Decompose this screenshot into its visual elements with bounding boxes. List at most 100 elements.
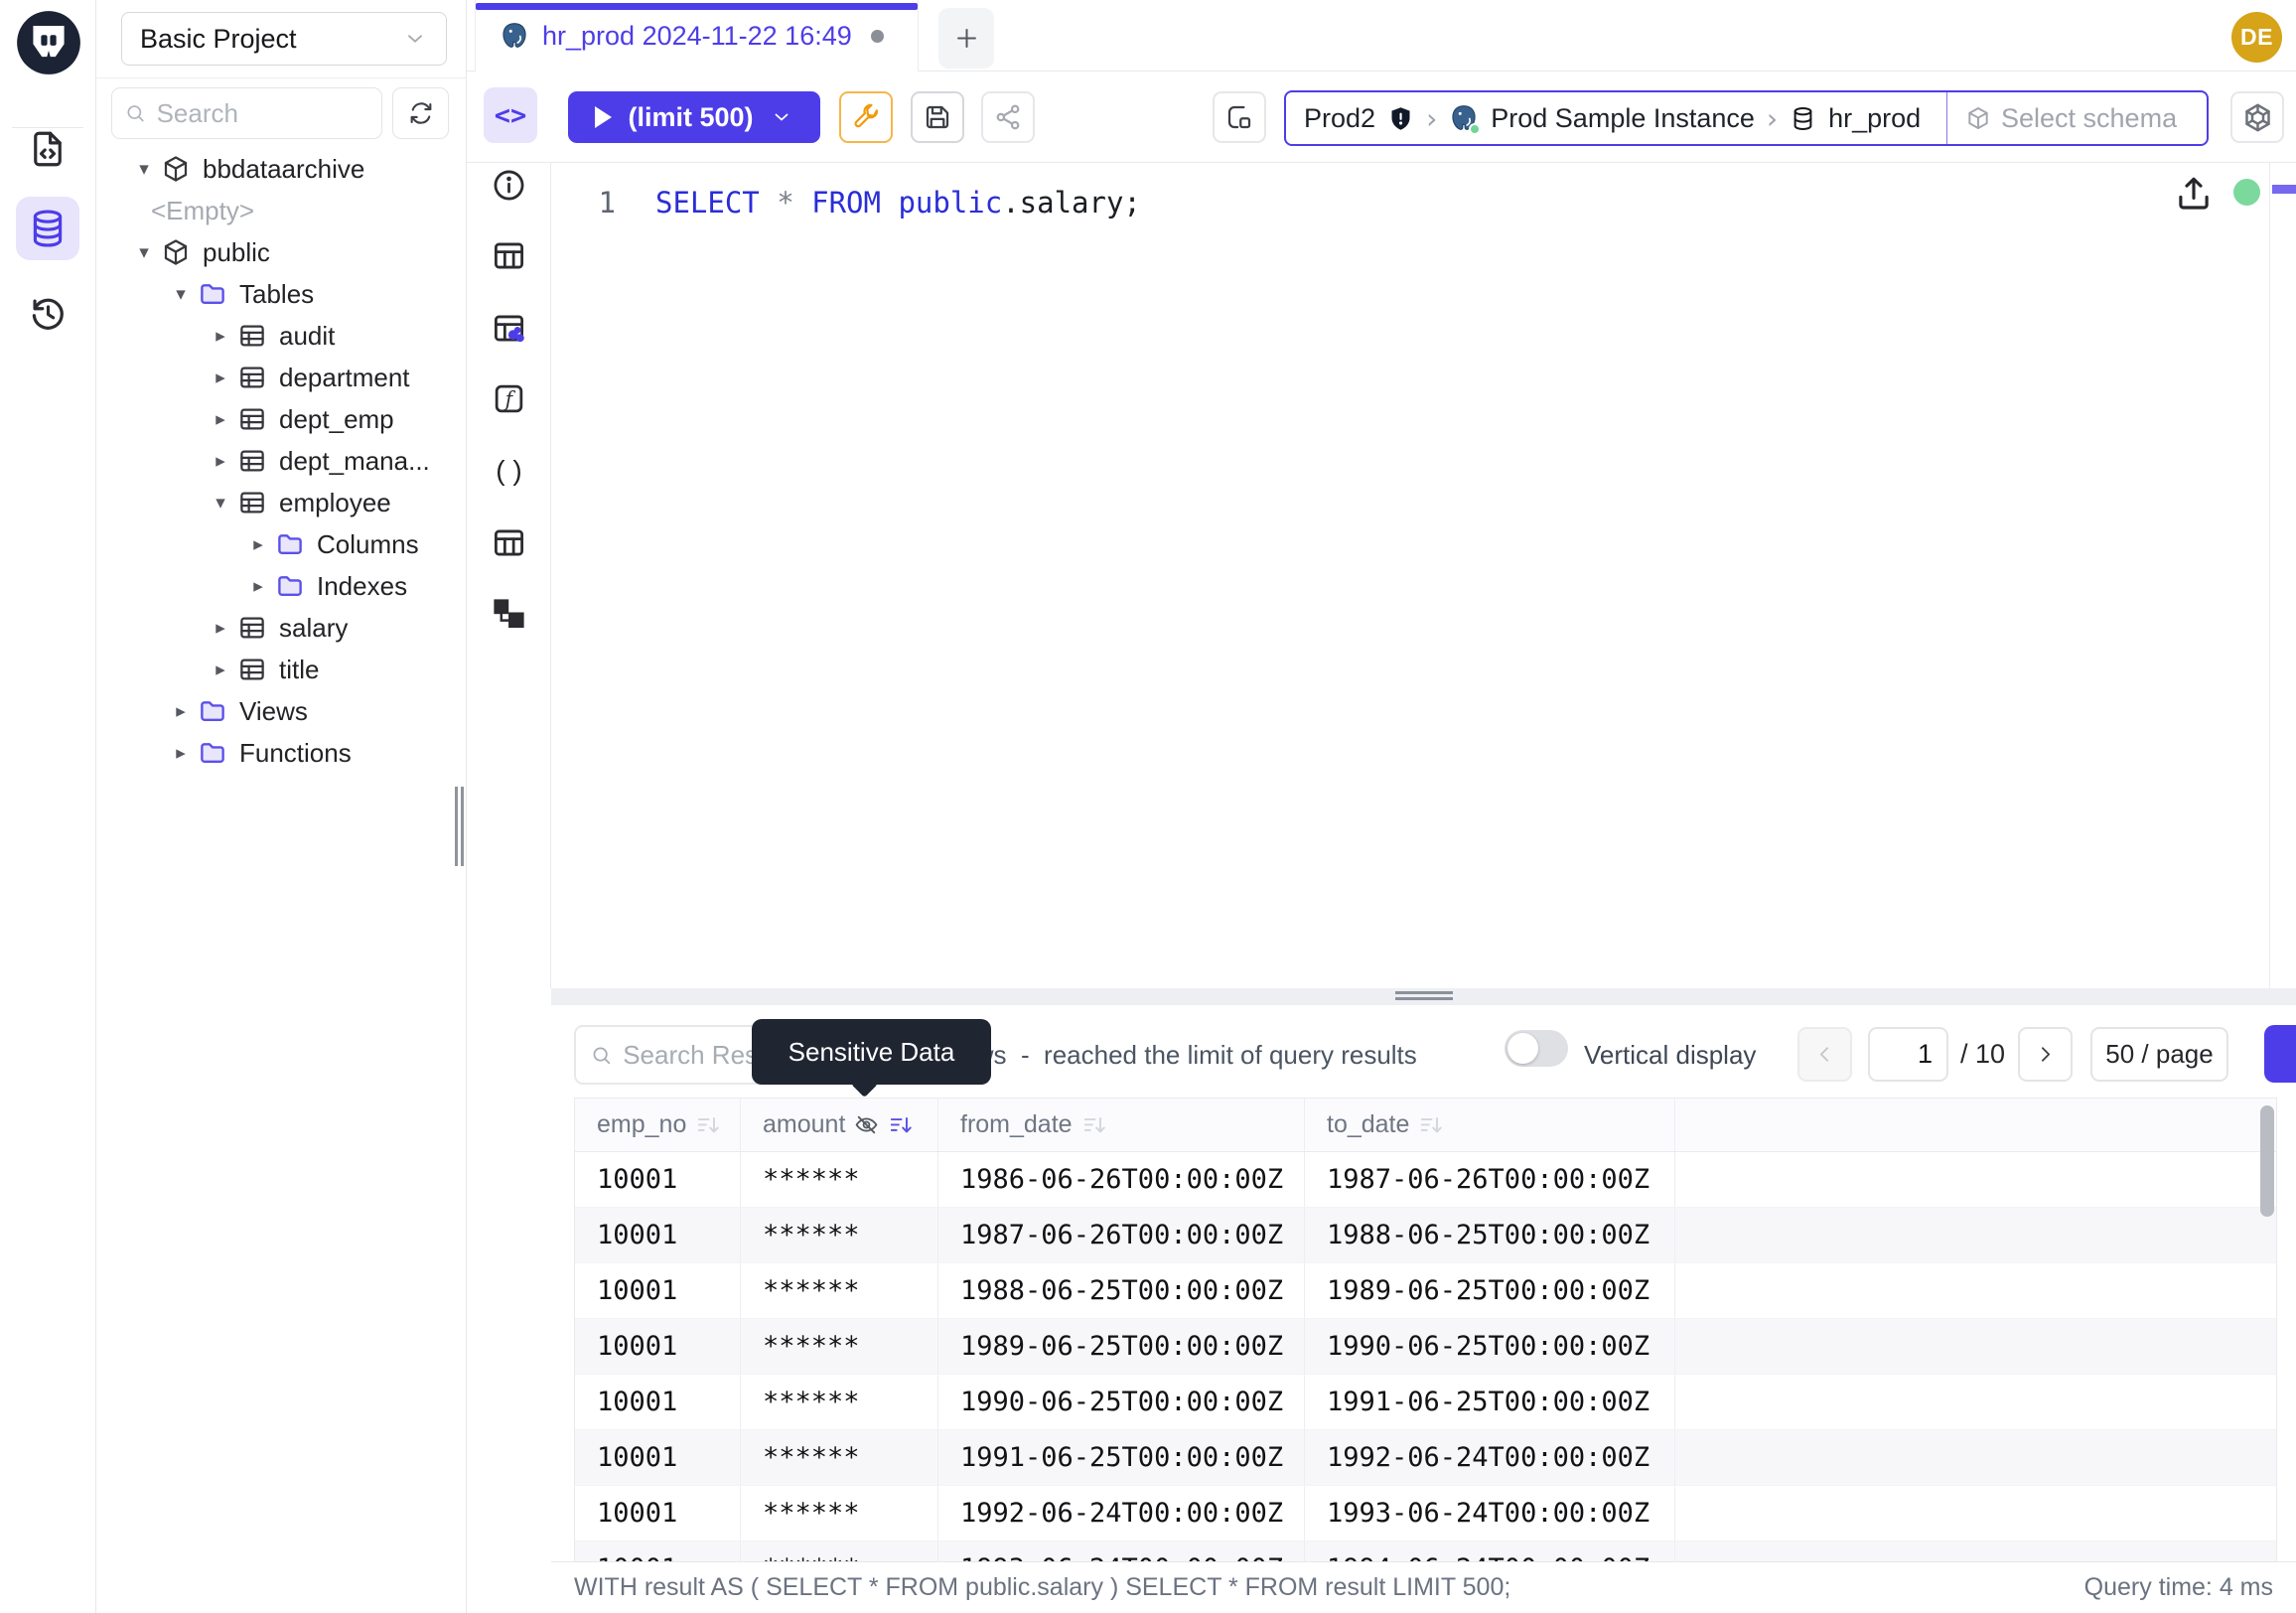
cell-amount[interactable]: ****** <box>741 1319 938 1374</box>
sidebar-resize-handle[interactable] <box>455 787 467 866</box>
caret-right-icon[interactable]: ▸ <box>166 742 196 764</box>
tree-item-department[interactable]: ▸department <box>96 357 467 398</box>
cell-to_date[interactable]: 1993-06-24T00:00:00Z <box>1305 1486 1675 1540</box>
cell-emp_no[interactable]: 10001 <box>575 1375 741 1429</box>
cell-emp_no[interactable]: 10001 <box>575 1430 741 1485</box>
table-row[interactable]: 10001******1990-06-25T00:00:00Z1991-06-2… <box>575 1375 2276 1430</box>
code-panel-toggle[interactable]: <> <box>484 87 537 143</box>
info-icon[interactable] <box>491 167 527 204</box>
column-header-amount[interactable]: amount <box>741 1099 938 1151</box>
vertical-display-toggle[interactable] <box>1505 1030 1568 1067</box>
parentheses-icon[interactable]: ( ) <box>491 452 527 489</box>
tree-item-bbdataarchive[interactable]: ▾bbdataarchive <box>96 148 467 190</box>
caret-down-icon[interactable]: ▾ <box>166 283 196 305</box>
cell-emp_no[interactable]: 10001 <box>575 1263 741 1318</box>
column-header-to_date[interactable]: to_date <box>1305 1099 1675 1151</box>
caret-right-icon[interactable]: ▸ <box>206 367 235 388</box>
page-size-select[interactable]: 50 / page <box>2090 1027 2228 1082</box>
avatar[interactable]: DE <box>2231 12 2282 63</box>
project-selector[interactable]: Basic Project <box>121 12 447 66</box>
splitter-drag-handle[interactable] <box>1395 991 1453 1002</box>
next-page-button[interactable] <box>2018 1027 2073 1082</box>
tree-item-views[interactable]: ▸Views <box>96 690 467 732</box>
rail-history-button[interactable] <box>16 282 79 346</box>
cell-to_date[interactable]: 1992-06-24T00:00:00Z <box>1305 1430 1675 1485</box>
cell-amount[interactable]: ****** <box>741 1486 938 1540</box>
cell-from_date[interactable]: 1989-06-25T00:00:00Z <box>938 1319 1305 1374</box>
caret-down-icon[interactable]: ▾ <box>129 158 159 180</box>
cell-from_date[interactable]: 1988-06-25T00:00:00Z <box>938 1263 1305 1318</box>
tree-item-tables[interactable]: ▾Tables <box>96 273 467 315</box>
tree-item-indexes[interactable]: ▸Indexes <box>96 565 467 607</box>
export-button[interactable] <box>2264 1025 2296 1083</box>
sort-icon[interactable] <box>1418 1112 1444 1138</box>
rail-database-button[interactable] <box>16 197 79 260</box>
results-splitter[interactable] <box>551 988 2296 1005</box>
cell-to_date[interactable]: 1989-06-25T00:00:00Z <box>1305 1263 1675 1318</box>
caret-right-icon[interactable]: ▸ <box>206 408 235 430</box>
new-tab-button[interactable] <box>938 8 994 69</box>
cell-from_date[interactable]: 1992-06-24T00:00:00Z <box>938 1486 1305 1540</box>
table-icon[interactable] <box>491 524 527 561</box>
tree-item-public[interactable]: ▾public <box>96 231 467 273</box>
sort-icon[interactable] <box>695 1112 721 1138</box>
run-query-button[interactable]: (limit 500) <box>568 91 820 143</box>
cell-emp_no[interactable]: 10001 <box>575 1541 741 1561</box>
code-line[interactable]: 1SELECT * FROM public.salary; <box>551 181 1141 224</box>
tree-item-functions[interactable]: ▸Functions <box>96 732 467 774</box>
cell-from_date[interactable]: 1990-06-25T00:00:00Z <box>938 1375 1305 1429</box>
cell-emp_no[interactable]: 10001 <box>575 1152 741 1207</box>
format-sql-button[interactable] <box>839 91 893 143</box>
table-row[interactable]: 10001******1987-06-26T00:00:00Z1988-06-2… <box>575 1208 2276 1263</box>
results-scrollbar[interactable] <box>2260 1105 2274 1217</box>
tree-item-dept-emp[interactable]: ▸dept_emp <box>96 398 467 440</box>
prev-page-button[interactable] <box>1797 1027 1852 1082</box>
caret-right-icon[interactable]: ▸ <box>243 533 273 555</box>
caret-right-icon[interactable]: ▸ <box>166 700 196 722</box>
sql-editor[interactable]: f ( ) 1SELECT * FROM public.salary; <box>467 163 2296 988</box>
caret-right-icon[interactable]: ▸ <box>206 659 235 680</box>
table-icon[interactable] <box>491 237 527 274</box>
table-row[interactable]: 10001******1986-06-26T00:00:00Z1987-06-2… <box>575 1152 2276 1208</box>
bytebase-logo[interactable] <box>15 9 82 76</box>
cell-amount[interactable]: ****** <box>741 1263 938 1318</box>
cell-amount[interactable]: ****** <box>741 1541 938 1561</box>
function-icon[interactable]: f <box>491 380 527 417</box>
column-header-from_date[interactable]: from_date <box>938 1099 1305 1151</box>
worksheet-tab[interactable]: hr_prod 2024-11-22 16:49 <box>475 0 919 72</box>
sort-icon[interactable] <box>1081 1112 1107 1138</box>
tree-item-empty[interactable]: <Empty> <box>96 190 467 231</box>
table-row[interactable]: 10001******1992-06-24T00:00:00Z1993-06-2… <box>575 1486 2276 1541</box>
table-diagram-icon[interactable] <box>491 310 527 347</box>
cell-to_date[interactable]: 1988-06-25T00:00:00Z <box>1305 1208 1675 1262</box>
share-sheet-button[interactable] <box>981 91 1035 143</box>
schema-flow-icon[interactable] <box>491 596 527 633</box>
schema-selector[interactable]: Select schema <box>1947 103 2195 134</box>
column-header-emp_no[interactable]: emp_no <box>575 1099 741 1151</box>
tree-item-dept-mana[interactable]: ▸dept_mana... <box>96 440 467 482</box>
cell-amount[interactable]: ****** <box>741 1430 938 1485</box>
cell-to_date[interactable]: 1987-06-26T00:00:00Z <box>1305 1152 1675 1207</box>
cell-emp_no[interactable]: 10001 <box>575 1319 741 1374</box>
cell-amount[interactable]: ****** <box>741 1375 938 1429</box>
caret-right-icon[interactable]: ▸ <box>206 617 235 639</box>
tree-item-audit[interactable]: ▸audit <box>96 315 467 357</box>
save-sheet-button[interactable] <box>911 91 964 143</box>
table-row[interactable]: 10001******1989-06-25T00:00:00Z1990-06-2… <box>575 1319 2276 1375</box>
cell-to_date[interactable]: 1994-06-24T00:00:00Z <box>1305 1541 1675 1561</box>
cell-amount[interactable]: ****** <box>741 1152 938 1207</box>
cell-from_date[interactable]: 1993-06-24T00:00:00Z <box>938 1541 1305 1561</box>
cell-amount[interactable]: ****** <box>741 1208 938 1262</box>
caret-right-icon[interactable]: ▸ <box>206 450 235 472</box>
tree-item-title[interactable]: ▸title <box>96 649 467 690</box>
table-row[interactable]: 10001******1991-06-25T00:00:00Z1992-06-2… <box>575 1430 2276 1486</box>
sidebar-refresh-button[interactable] <box>392 87 449 139</box>
connection-breadcrumb[interactable]: Prod2 › Prod Sample Instance › hr_prod S… <box>1284 90 2209 146</box>
table-row[interactable]: 10001******1988-06-25T00:00:00Z1989-06-2… <box>575 1263 2276 1319</box>
caret-down-icon[interactable]: ▾ <box>129 241 159 263</box>
cell-emp_no[interactable]: 10001 <box>575 1486 741 1540</box>
tree-item-columns[interactable]: ▸Columns <box>96 523 467 565</box>
cell-to_date[interactable]: 1991-06-25T00:00:00Z <box>1305 1375 1675 1429</box>
cell-from_date[interactable]: 1991-06-25T00:00:00Z <box>938 1430 1305 1485</box>
tree-item-salary[interactable]: ▸salary <box>96 607 467 649</box>
